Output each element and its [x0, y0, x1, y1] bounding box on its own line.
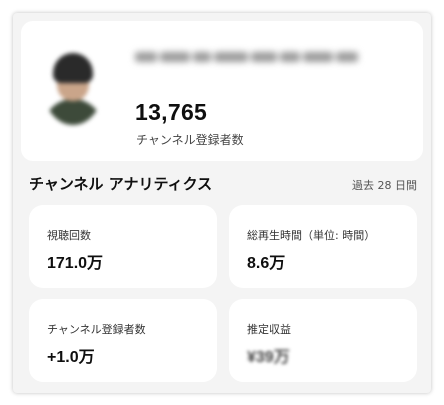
metric-card-views[interactable]: 視聴回数 171.0万: [29, 205, 217, 288]
metric-value: 171.0万: [47, 255, 104, 272]
subscriber-label: チャンネル登録者数: [136, 133, 244, 147]
metric-value: 8.6万: [247, 255, 286, 272]
metric-value: +1.0万: [47, 349, 95, 366]
metric-label: 総再生時間（単位: 時間）: [247, 229, 376, 242]
metric-label: チャンネル登録者数: [47, 323, 146, 336]
subscriber-count: 13,765: [135, 99, 208, 125]
channel-header-card: 13,765 チャンネル登録者数: [21, 21, 423, 161]
channel-avatar[interactable]: [43, 49, 103, 125]
metric-card-subscribers[interactable]: チャンネル登録者数 +1.0万: [29, 299, 217, 382]
metric-value-blurred: ¥39万: [247, 349, 290, 366]
metric-card-revenue[interactable]: 推定収益 ¥39万: [229, 299, 417, 382]
channel-name-blurred: [135, 43, 405, 71]
analytics-period[interactable]: 過去 28 日間: [352, 177, 417, 193]
metric-label: 視聴回数: [47, 229, 91, 242]
analytics-title: チャンネル アナリティクス: [29, 175, 213, 193]
analytics-screen: 13,765 チャンネル登録者数 チャンネル アナリティクス 過去 28 日間 …: [13, 13, 431, 393]
metric-label: 推定収益: [247, 323, 291, 336]
metric-card-watch-time[interactable]: 総再生時間（単位: 時間） 8.6万: [229, 205, 417, 288]
